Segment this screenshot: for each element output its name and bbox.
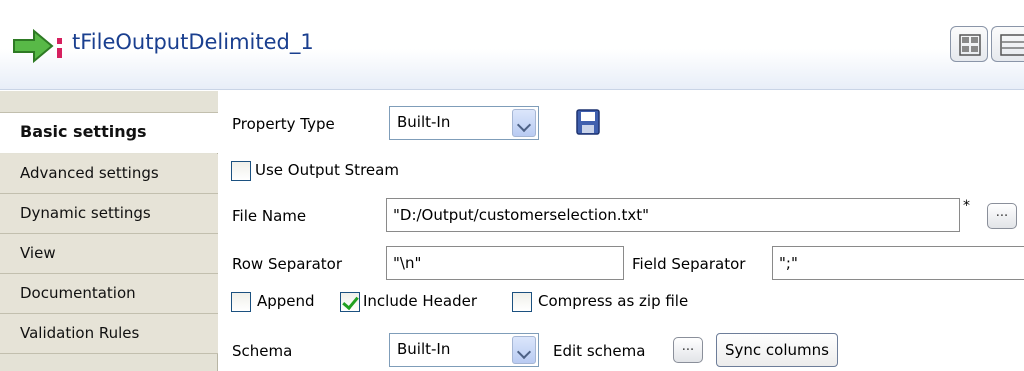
include-header-checkbox[interactable] bbox=[340, 292, 360, 312]
chevron-down-icon[interactable] bbox=[512, 109, 536, 137]
row-separator-input[interactable]: "\n" bbox=[386, 246, 624, 280]
sidebar-item-validation-rules[interactable]: Validation Rules bbox=[0, 314, 218, 354]
list-view-icon bbox=[1000, 34, 1024, 56]
chevron-down-icon[interactable] bbox=[512, 336, 536, 364]
save-icon[interactable] bbox=[576, 109, 600, 135]
use-output-stream-checkbox[interactable] bbox=[231, 161, 251, 181]
edit-schema-label: Edit schema bbox=[553, 342, 646, 360]
property-type-label: Property Type bbox=[232, 115, 335, 133]
property-type-select[interactable]: Built-In bbox=[389, 106, 539, 140]
row-separator-label: Row Separator bbox=[232, 255, 343, 273]
compress-label: Compress as zip file bbox=[538, 292, 689, 310]
file-name-browse-button[interactable]: ... bbox=[987, 203, 1017, 229]
schema-label: Schema bbox=[232, 342, 293, 360]
grid-view-icon bbox=[959, 34, 981, 56]
schema-value: Built-In bbox=[397, 340, 451, 358]
component-title: tFileOutputDelimited_1 bbox=[72, 30, 314, 54]
component-arrow-icon bbox=[13, 28, 62, 64]
sidebar-top-spacer bbox=[0, 91, 218, 113]
sidebar-item-documentation[interactable]: Documentation bbox=[0, 274, 218, 314]
file-name-input[interactable]: "D:/Output/customerselection.txt" bbox=[386, 198, 960, 232]
property-type-value: Built-In bbox=[397, 113, 451, 131]
append-label: Append bbox=[257, 292, 315, 310]
file-name-required-marker: * bbox=[963, 198, 970, 214]
sidebar-item-basic-settings[interactable]: Basic settings bbox=[0, 113, 219, 153]
sidebar-item-dynamic-settings[interactable]: Dynamic settings bbox=[0, 194, 218, 234]
edit-schema-button[interactable]: ... bbox=[673, 337, 703, 363]
compress-checkbox[interactable] bbox=[512, 292, 532, 312]
file-name-label: File Name bbox=[232, 207, 307, 225]
field-separator-label: Field Separator bbox=[632, 255, 746, 273]
append-checkbox[interactable] bbox=[231, 292, 251, 312]
schema-select[interactable]: Built-In bbox=[389, 333, 539, 367]
sync-columns-button[interactable]: Sync columns bbox=[716, 333, 838, 367]
include-header-label: Include Header bbox=[363, 292, 477, 310]
field-separator-input[interactable]: ";" bbox=[772, 246, 1024, 280]
sidebar-item-view[interactable]: View bbox=[0, 234, 218, 274]
use-output-stream-label: Use Output Stream bbox=[255, 161, 399, 179]
sidebar-item-advanced-settings[interactable]: Advanced settings bbox=[0, 154, 218, 194]
list-view-button[interactable] bbox=[991, 26, 1024, 62]
component-header: tFileOutputDelimited_1 bbox=[0, 0, 1024, 90]
grid-view-button[interactable] bbox=[950, 26, 988, 62]
